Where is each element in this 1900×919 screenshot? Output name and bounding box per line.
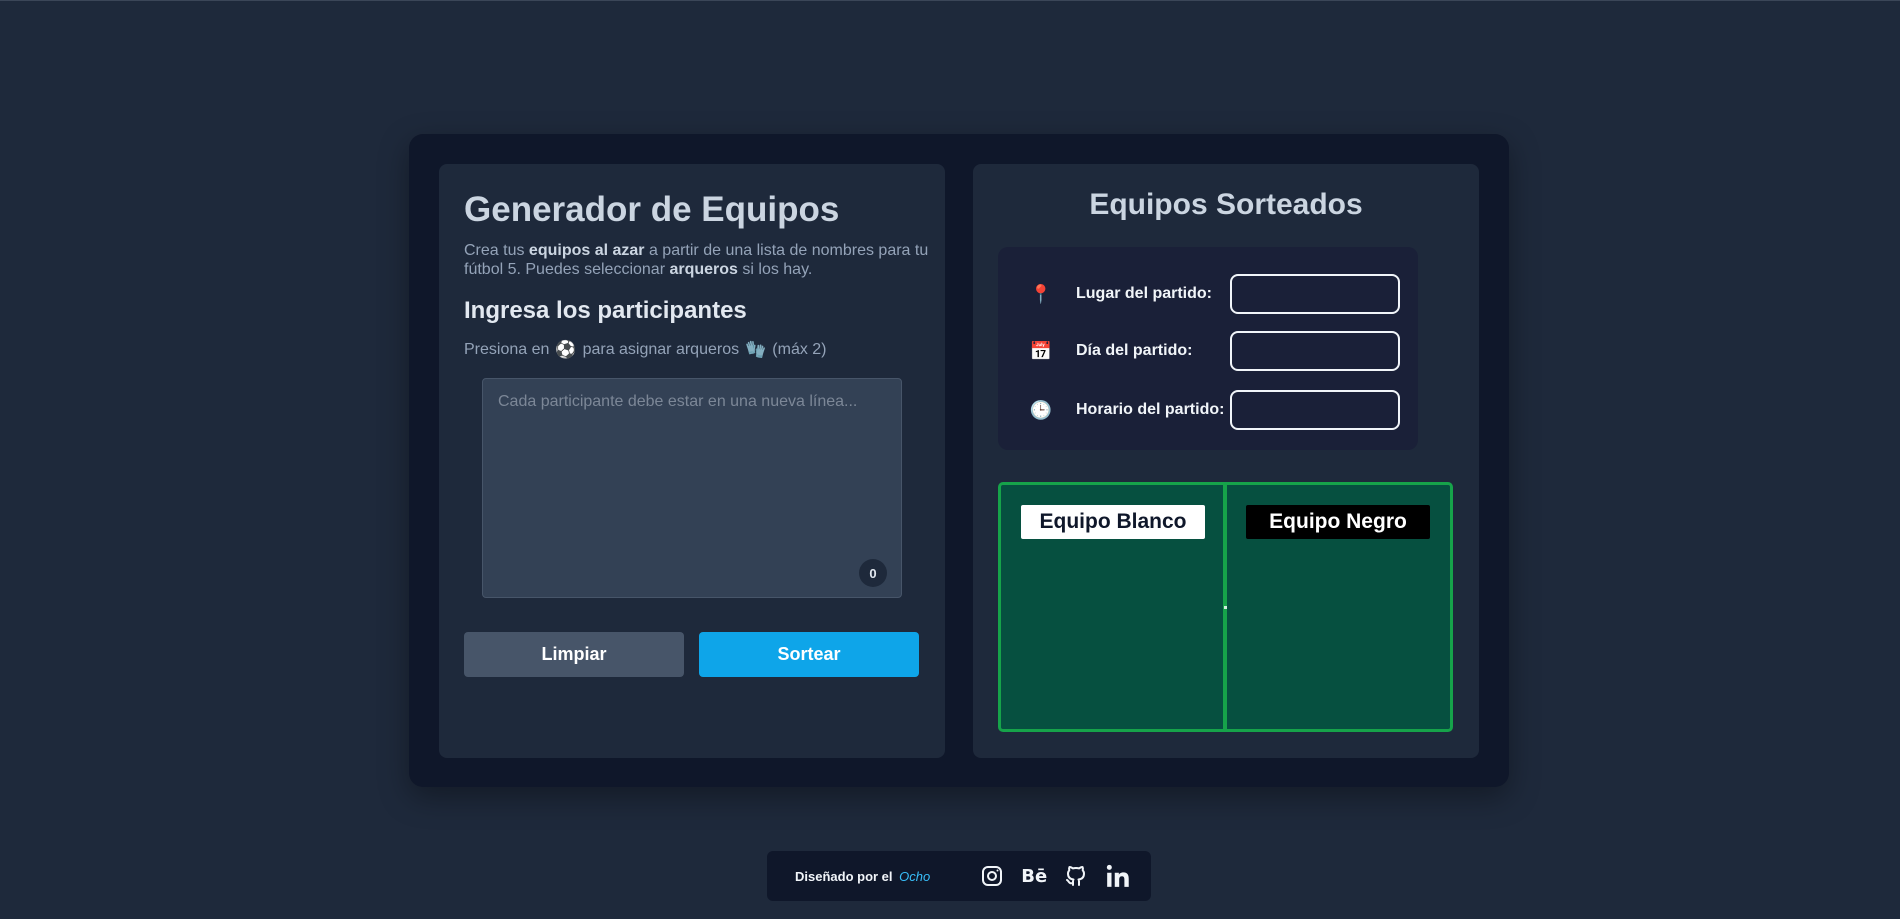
match-place-label: Lugar del partido:: [1076, 285, 1212, 302]
instagram-icon[interactable]: [978, 862, 1006, 890]
results-title: Equipos Sorteados: [1089, 188, 1363, 221]
generator-panel: Generador de Equipos Crea tus equipos al…: [439, 164, 945, 758]
sort-button[interactable]: Sortear: [699, 632, 919, 677]
team-black-label: Equipo Negro: [1246, 505, 1430, 539]
match-info-card: 📍 Lugar del partido: 📅 Día del partido: …: [998, 247, 1418, 450]
linkedin-icon[interactable]: [1104, 862, 1132, 890]
description: Crea tus equipos al azar a partir de una…: [464, 241, 934, 279]
clear-button[interactable]: Limpiar: [464, 632, 684, 677]
hint-text: para asignar arqueros: [582, 341, 740, 358]
participants-textarea[interactable]: [482, 378, 902, 598]
soccer-pitch: Equipo Blanco Equipo Negro: [998, 482, 1453, 732]
match-day-label: Día del partido:: [1076, 342, 1193, 359]
hint-limit: (máx 2): [772, 341, 827, 358]
center-spot: [1224, 606, 1227, 609]
match-place-row: 📍 Lugar del partido:: [1028, 274, 1408, 314]
top-border: [0, 0, 1900, 1]
match-day-input[interactable]: [1230, 331, 1400, 371]
goalkeeper-glove-icon: 🧤: [745, 340, 767, 359]
match-time-label: Horario del partido:: [1076, 401, 1225, 418]
calendar-icon: 📅: [1029, 340, 1053, 361]
soccer-ball-icon: ⚽: [555, 340, 577, 359]
social-links: Bē: [978, 862, 1132, 890]
participants-input-wrapper: 0: [482, 378, 902, 598]
credit-text: Diseñado por el: [795, 868, 893, 884]
behance-icon[interactable]: Bē: [1020, 862, 1048, 890]
match-place-input[interactable]: [1230, 274, 1400, 314]
description-text: si los hay.: [737, 261, 813, 278]
clock-icon: 🕒: [1029, 399, 1053, 420]
participant-count-badge: 0: [859, 559, 887, 587]
page-title: Generador de Equipos: [464, 190, 840, 229]
team-white-label: Equipo Blanco: [1021, 505, 1205, 539]
footer: Diseñado por el Ocho Bē: [767, 851, 1151, 901]
hint-text: Presiona en: [464, 341, 550, 358]
match-day-row: 📅 Día del partido:: [1028, 331, 1408, 371]
author-link[interactable]: Ocho: [899, 869, 930, 884]
participants-heading: Ingresa los participantes: [464, 297, 747, 324]
credit: Diseñado por el Ocho: [795, 869, 930, 884]
github-icon[interactable]: [1062, 862, 1090, 890]
goalkeeper-hint: Presiona en ⚽ para asignar arqueros 🧤 (m…: [464, 340, 827, 360]
results-panel: Equipos Sorteados 📍 Lugar del partido: 📅…: [973, 164, 1479, 758]
match-time-input[interactable]: [1230, 390, 1400, 430]
match-time-row: 🕒 Horario del partido:: [1028, 390, 1408, 430]
description-highlight: arqueros: [669, 261, 738, 278]
description-highlight: equipos al azar: [528, 242, 645, 259]
pin-icon: 📍: [1029, 283, 1053, 304]
app-container: Generador de Equipos Crea tus equipos al…: [409, 134, 1509, 787]
description-text: Crea tus: [464, 242, 529, 259]
